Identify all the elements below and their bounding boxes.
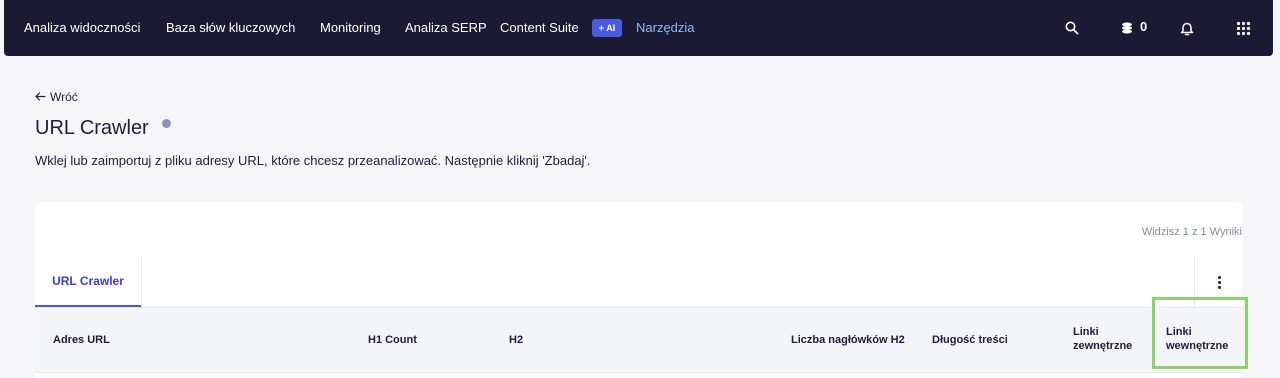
tab-divider — [141, 257, 142, 307]
search-icon[interactable] — [1060, 16, 1084, 40]
results-count: Widzisz 1 z 1 Wyniki — [1142, 226, 1242, 238]
nav-baza-slow-kluczowych[interactable]: Baza słów kluczowych — [166, 20, 295, 35]
credits-count: 0 — [1140, 19, 1148, 34]
column-header-h2[interactable]: H2 — [509, 333, 523, 347]
nav-narzedzia[interactable]: Narzędzia — [636, 20, 695, 35]
more-options-icon[interactable] — [1205, 271, 1233, 293]
results-total: 1 — [1200, 226, 1207, 238]
coins-icon[interactable] — [1115, 16, 1139, 40]
nav-analiza-serp[interactable]: Analiza SERP — [405, 20, 487, 35]
results-card: Widzisz 1 z 1 Wyniki URL Crawler Adres U… — [35, 202, 1248, 378]
page-description: Wklej lub zaimportuj z pliku adresy URL,… — [35, 153, 591, 168]
arrow-left-icon — [35, 90, 46, 104]
page-title: URL Crawler — [35, 117, 149, 139]
results-shown: 1 — [1182, 226, 1189, 238]
nav-monitoring[interactable]: Monitoring — [320, 20, 381, 35]
results-of: z — [1191, 226, 1198, 238]
back-link[interactable]: Wróć — [35, 90, 78, 104]
top-navigation-bar: Analiza widoczności Baza słów kluczowych… — [4, 0, 1273, 56]
column-highlight-box — [1152, 297, 1248, 369]
column-header-dlugosc-tresci[interactable]: Długość treści — [932, 333, 1008, 347]
bell-icon[interactable] — [1175, 16, 1199, 40]
tab-url-crawler[interactable]: URL Crawler — [35, 257, 141, 307]
table-header: Adres URL H1 Count H2 Liczba nagłówków H… — [35, 307, 1242, 373]
results-suffix: Wyniki — [1209, 226, 1242, 238]
nav-content-suite[interactable]: Content Suite — [500, 20, 579, 35]
column-header-linki-zewnetrzne[interactable]: Linki zewnętrzne — [1073, 325, 1143, 353]
apps-grid-icon[interactable] — [1231, 16, 1255, 40]
back-label: Wróć — [50, 90, 78, 104]
results-prefix: Widzisz — [1141, 226, 1180, 238]
column-header-liczba-naglowkow-h2[interactable]: Liczba nagłówków H2 — [791, 333, 905, 347]
ai-badge: + AI — [592, 19, 622, 37]
column-header-h1-count[interactable]: H1 Count — [368, 333, 417, 347]
info-icon[interactable] — [162, 119, 171, 128]
nav-analiza-widocznosci[interactable]: Analiza widoczności — [24, 20, 140, 35]
column-header-adres-url[interactable]: Adres URL — [53, 333, 110, 347]
